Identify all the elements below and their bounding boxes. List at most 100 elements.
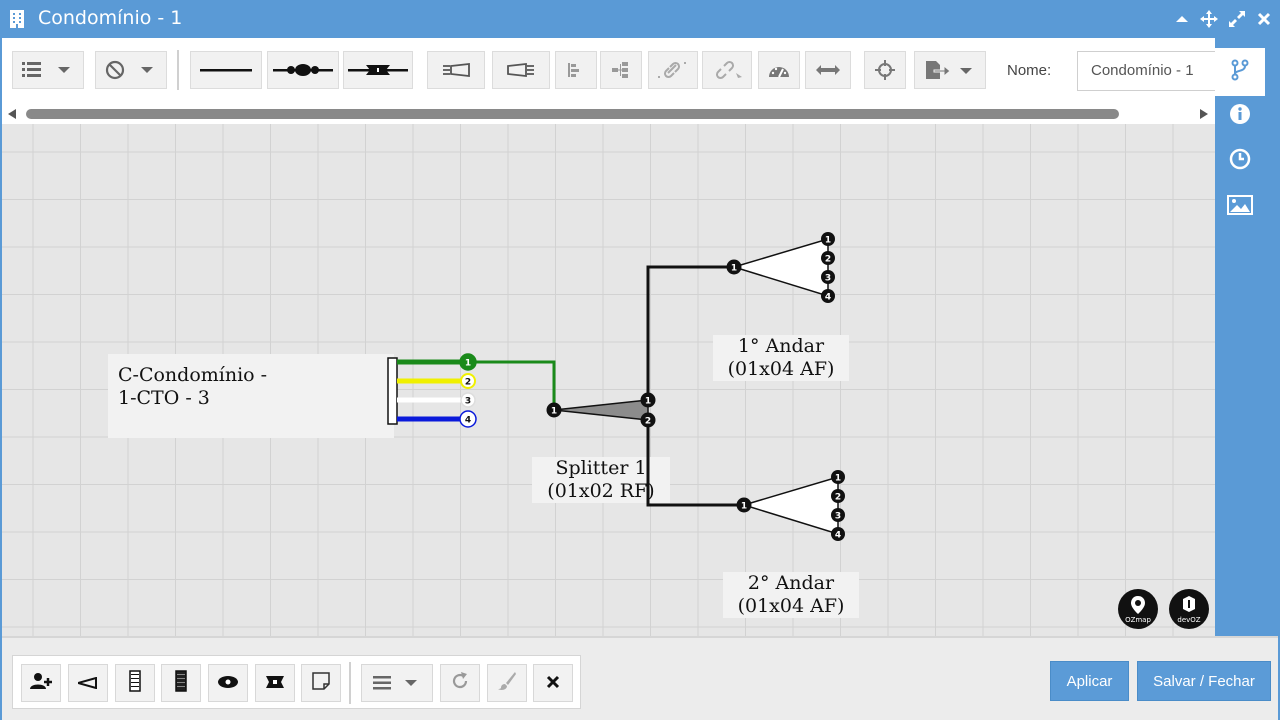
ozmap-logo: OZmap (1118, 589, 1158, 629)
splitter-andar2-body[interactable] (741, 475, 839, 536)
splitter-andar2-out-port-3[interactable]: 3 (831, 508, 845, 522)
note-icon (312, 672, 330, 694)
collapse-icon[interactable] (1172, 9, 1192, 29)
splitter-small-icon (74, 674, 98, 693)
svg-text:1: 1 (835, 474, 841, 484)
horizontal-scrollbar[interactable] (2, 104, 1215, 124)
center-tool[interactable] (864, 51, 906, 89)
splitter-in-tool[interactable] (427, 51, 485, 89)
svg-text:2: 2 (835, 493, 841, 503)
tag-button[interactable] (255, 664, 295, 702)
svg-text:1: 1 (825, 236, 831, 246)
svg-text:3: 3 (465, 397, 471, 407)
add-user-button[interactable] (21, 664, 61, 702)
cto-connector[interactable] (387, 357, 398, 425)
name-label: Nome: (1007, 62, 1052, 79)
side-panel (1215, 38, 1280, 638)
splitter-andar1-out-port-2[interactable]: 2 (821, 251, 835, 265)
info-icon (1229, 103, 1251, 129)
cable-icon (129, 670, 141, 696)
cable-dark-icon (175, 670, 187, 696)
info-tab[interactable] (1215, 94, 1265, 138)
bottom-divider (349, 662, 351, 704)
branch-icon (1231, 59, 1249, 85)
refresh-icon (450, 671, 470, 695)
editor-window: Condomínio - 1 Nome: Condomínio - 1 C-Co… (0, 0, 1280, 720)
splitter-main-out-port-1[interactable]: 1 (640, 392, 656, 408)
name-input[interactable]: Condomínio - 1 (1077, 51, 1217, 91)
connector-tool[interactable] (343, 51, 413, 89)
list-dropdown[interactable] (12, 51, 84, 89)
apply-button[interactable]: Aplicar (1050, 661, 1129, 701)
align-dropdown[interactable] (361, 664, 433, 702)
svg-text:3: 3 (825, 274, 831, 284)
splitter-andar2-out-port-4[interactable]: 4 (831, 527, 845, 541)
fiber-port-2[interactable]: 2 (460, 373, 476, 389)
image-tab[interactable] (1215, 185, 1265, 229)
brush-icon (497, 671, 517, 695)
svg-text:1: 1 (551, 407, 557, 417)
note-button[interactable] (301, 664, 341, 702)
svg-text:1: 1 (465, 359, 471, 369)
cable-dark-button[interactable] (161, 664, 201, 702)
brush-button[interactable] (487, 664, 527, 702)
align-tool[interactable] (555, 51, 597, 89)
branch-tab[interactable] (1215, 48, 1265, 96)
fiber-port-3[interactable]: 3 (460, 392, 476, 408)
tree-tool[interactable] (600, 51, 642, 89)
splitter-andar2-in-port[interactable]: 1 (736, 497, 752, 513)
toolbar-divider (177, 50, 179, 90)
scrollbar-thumb[interactable] (26, 109, 1119, 119)
history-tab[interactable] (1215, 139, 1265, 183)
gauge-tool[interactable] (758, 51, 800, 89)
close-tool-button[interactable] (533, 664, 573, 702)
splitter-andar1-out-port-3[interactable]: 3 (821, 270, 835, 284)
splitter-andar1-out-port-4[interactable]: 4 (821, 289, 835, 303)
refresh-button[interactable] (440, 664, 480, 702)
splitter-andar1-out-port-1[interactable]: 1 (821, 232, 835, 246)
tag-icon (264, 674, 286, 693)
splitter-small-button[interactable] (68, 664, 108, 702)
close-icon (546, 674, 560, 693)
splitter-andar2-out-port-1[interactable]: 1 (831, 470, 845, 484)
cable-button[interactable] (115, 664, 155, 702)
save-close-button[interactable]: Salvar / Fechar (1137, 661, 1271, 701)
svg-text:2: 2 (825, 255, 831, 265)
title-bar: Condomínio - 1 (0, 0, 1280, 38)
connection-line[interactable] (476, 360, 556, 410)
branch-line-1[interactable] (646, 265, 734, 400)
fusion-tool[interactable] (267, 51, 339, 89)
splitter-main-out-port-2[interactable]: 2 (640, 412, 656, 428)
splitter-main-body[interactable] (553, 399, 649, 421)
svg-text:2: 2 (465, 378, 471, 388)
bottom-toolbar (12, 655, 581, 709)
svg-text:1: 1 (645, 397, 651, 407)
line-tool[interactable] (190, 51, 262, 89)
devoz-logo: devOZ (1169, 589, 1209, 629)
eye-icon (217, 674, 239, 693)
splitter-andar1-body[interactable] (731, 237, 829, 298)
move-icon[interactable] (1199, 9, 1219, 29)
scroll-left-icon[interactable] (8, 109, 16, 119)
fiber-port-4[interactable]: 4 (459, 410, 477, 428)
block-dropdown[interactable] (95, 51, 167, 89)
scroll-right-icon[interactable] (1200, 109, 1208, 119)
fiber-port-1[interactable]: 1 (459, 353, 477, 371)
splitter-main-in-port[interactable]: 1 (546, 402, 562, 418)
svg-text:2: 2 (645, 417, 651, 427)
link-tool[interactable] (648, 51, 698, 89)
splitter-andar2-out-port-2[interactable]: 2 (831, 489, 845, 503)
branch-line-2[interactable] (646, 420, 744, 507)
diagram-svg: 1 2 3 4 1 1 2 1 1 2 3 4 1 1 2 3 4 (387, 232, 845, 541)
splitter-out-tool[interactable] (492, 51, 550, 89)
maximize-icon[interactable] (1227, 9, 1247, 29)
unlink-tool[interactable] (702, 51, 752, 89)
view-button[interactable] (208, 664, 248, 702)
export-dropdown[interactable] (914, 51, 986, 89)
building-icon (9, 9, 25, 29)
diagram-canvas[interactable]: C-Condomínio - 1-CTO - 3 Splitter 1 (01x… (2, 124, 1215, 636)
close-window-icon[interactable] (1254, 9, 1274, 29)
toolbar: Nome: Condomínio - 1 (2, 38, 1217, 104)
measure-tool[interactable] (805, 51, 851, 89)
splitter-andar1-in-port[interactable]: 1 (726, 259, 742, 275)
